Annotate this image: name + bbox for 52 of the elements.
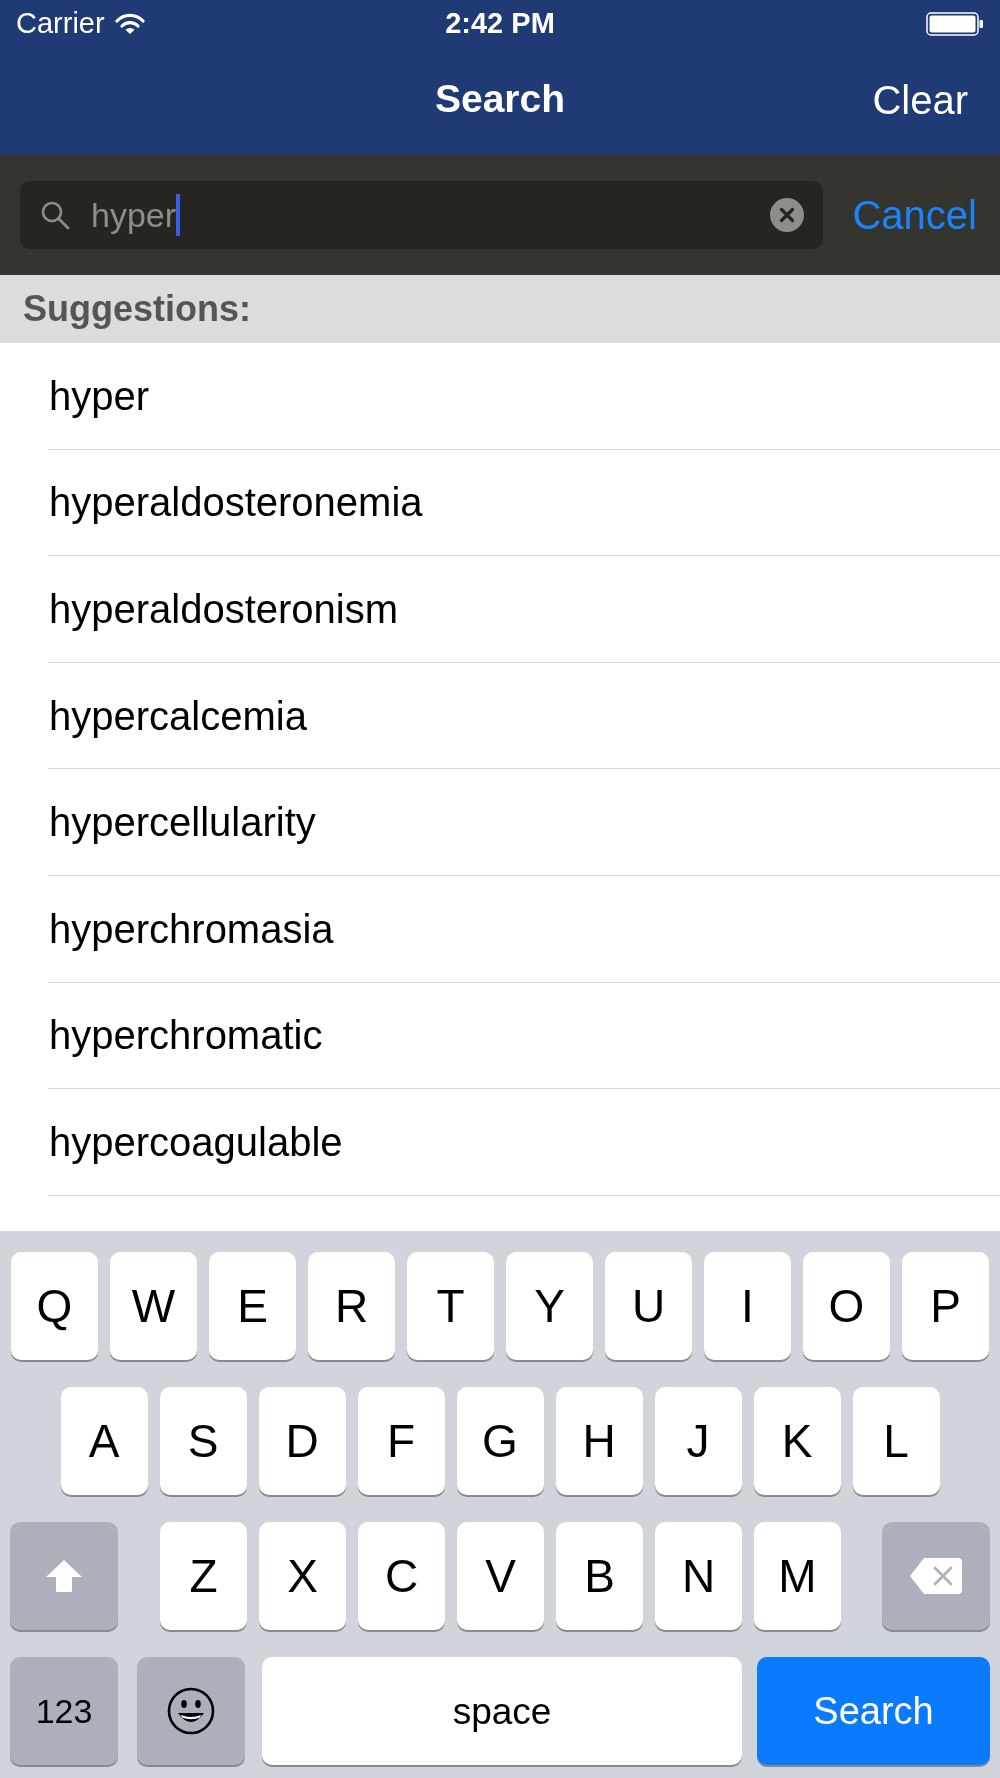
letter-key[interactable]: B xyxy=(556,1522,643,1630)
battery-icon xyxy=(926,12,984,36)
suggestion-item[interactable]: hyperchromasia xyxy=(48,875,1000,983)
clear-button[interactable]: Clear xyxy=(872,69,968,130)
numbers-key[interactable]: 123 xyxy=(10,1657,118,1765)
carrier-name: Carrier xyxy=(16,6,105,42)
nav-title: Search xyxy=(434,76,566,123)
up-arrow-icon xyxy=(44,1558,84,1594)
letter-key[interactable]: T xyxy=(407,1252,494,1360)
smiley-face-icon xyxy=(167,1687,215,1735)
letter-key[interactable]: S xyxy=(159,1387,247,1495)
letter-key[interactable]: G xyxy=(456,1387,544,1495)
letter-key[interactable]: J xyxy=(654,1387,742,1495)
letter-key[interactable]: F xyxy=(357,1387,445,1495)
letter-key[interactable]: R xyxy=(308,1252,395,1360)
letter-key[interactable]: I xyxy=(704,1252,791,1360)
letter-key[interactable]: V xyxy=(457,1522,544,1630)
letter-key[interactable]: W xyxy=(110,1252,197,1360)
suggestion-item[interactable]: hyperchromatic xyxy=(48,982,1000,1090)
letter-key[interactable]: L xyxy=(852,1387,940,1495)
clear-icon[interactable] xyxy=(770,198,804,232)
letter-key[interactable]: A xyxy=(60,1387,148,1495)
search-key[interactable]: Search xyxy=(757,1657,990,1765)
suggestion-item[interactable]: hyperaldosteronism xyxy=(48,556,1000,663)
status-time: 2:42 PM xyxy=(445,6,555,42)
letter-key[interactable]: X xyxy=(259,1522,346,1630)
letter-key[interactable]: Z xyxy=(160,1522,247,1630)
emoji-key[interactable] xyxy=(137,1657,245,1765)
letter-key[interactable]: C xyxy=(358,1522,445,1630)
search-icon xyxy=(40,200,70,230)
suggestion-item[interactable]: hypercellularity xyxy=(48,769,1000,876)
letter-key[interactable]: N xyxy=(655,1522,742,1630)
wifi-icon xyxy=(114,13,145,35)
suggestion-item[interactable]: hypercoagulable xyxy=(48,1089,1000,1196)
section-header: Suggestions: xyxy=(0,275,1000,343)
search-field[interactable]: hyper xyxy=(20,181,823,249)
space-key[interactable]: space xyxy=(262,1657,742,1765)
letter-key[interactable]: H xyxy=(555,1387,643,1495)
text-cursor-icon xyxy=(176,194,181,236)
letter-key[interactable]: P xyxy=(902,1252,989,1360)
letter-key[interactable]: E xyxy=(209,1252,296,1360)
suggestion-item[interactable]: hypercalcemia xyxy=(48,662,1000,770)
letter-key[interactable]: Y xyxy=(506,1252,593,1360)
letter-key[interactable]: M xyxy=(754,1522,841,1630)
letter-key[interactable]: U xyxy=(605,1252,692,1360)
suggestion-item[interactable]: hyperaldosteronemia xyxy=(48,449,1000,557)
suggestion-item[interactable]: hyper xyxy=(48,343,1000,450)
letter-key[interactable]: Q xyxy=(11,1252,98,1360)
letter-key[interactable]: K xyxy=(753,1387,841,1495)
letter-key[interactable]: O xyxy=(803,1252,890,1360)
backspace-icon xyxy=(909,1557,963,1595)
letter-key[interactable]: D xyxy=(258,1387,346,1495)
